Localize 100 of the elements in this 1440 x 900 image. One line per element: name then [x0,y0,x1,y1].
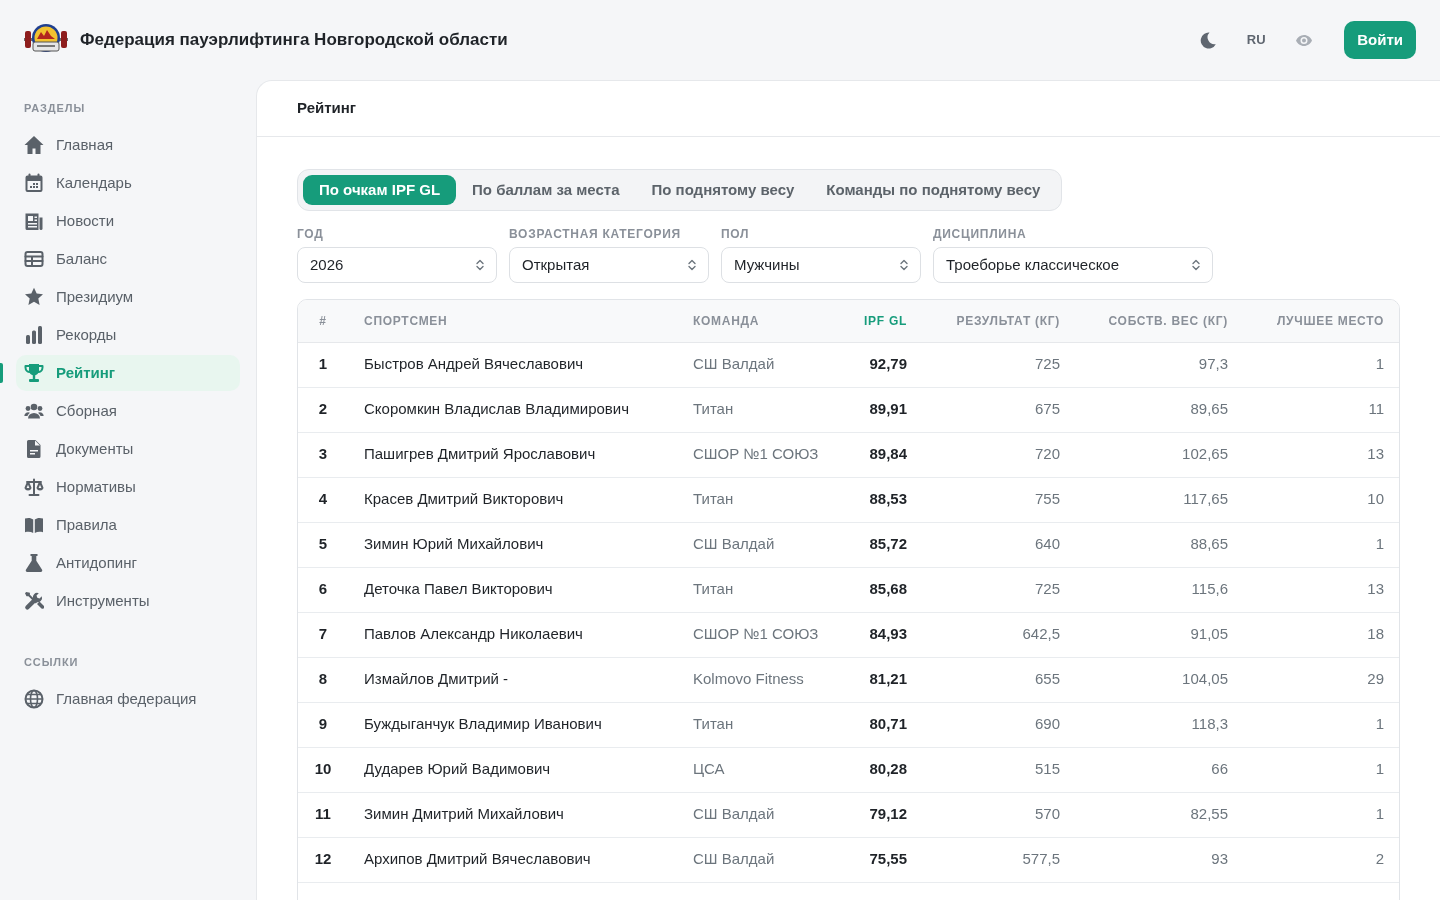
ipf-score: 80,28 [869,760,907,778]
athlete-name: Архипов Дмитрий Вячеславович [364,850,591,868]
select-field[interactable]: Троеборье классическое [933,247,1213,283]
sidebar-item[interactable]: Главная федерация [16,681,240,717]
active-indicator [0,363,3,383]
sidebar-item[interactable]: Календарь [16,165,240,201]
ipf-score: 89,84 [869,445,907,463]
best-place: 1 [1375,535,1384,553]
select-field[interactable]: Открытая [509,247,709,283]
result-weight: 755 [1034,490,1060,508]
select-field[interactable]: Мужчины [721,247,921,283]
file-icon [24,439,44,459]
sidebar-item[interactable]: Документы [16,431,240,467]
chevron-up-down-icon [688,259,696,271]
team-name: Титан [693,490,734,508]
sidebar-item[interactable]: Инструменты [16,583,240,619]
team-name: Kolmovo Fitness [693,670,804,688]
team-name: СШОР №1 СОЮЗ [693,625,819,643]
best-place: 29 [1367,670,1384,688]
star-icon [24,287,44,307]
language-button[interactable]: RU [1236,22,1277,58]
login-button[interactable]: Войти [1344,21,1416,59]
body-weight: 88,65 [1190,535,1228,553]
result-weight: 642,5 [1022,625,1060,643]
body-weight: 91,05 [1190,625,1228,643]
sidebar-item[interactable]: Главная [16,127,240,163]
select-field[interactable]: 2026 [297,247,497,283]
athlete-name: Красев Дмитрий Викторович [364,490,564,508]
sidebar-item[interactable]: Антидопинг [16,545,240,581]
users-icon [24,401,44,421]
body-weight: 97,3 [1198,355,1228,373]
chevron-up-down-icon [476,259,484,271]
athlete-name: Буждыганчук Владимир Иванович [364,715,602,733]
column-header[interactable]: СПОРТСМЕН [364,313,448,328]
calendar-icon [24,173,44,193]
sidebar-item[interactable]: Баланс [16,241,240,277]
sidebar-item[interactable]: Рекорды [16,317,240,353]
athlete-name: Зимин Дмитрий Михайлович [364,805,564,823]
filter-label: ВОЗРАСТНАЯ КАТЕГОРИЯ [509,227,682,241]
tab[interactable]: По очкам IPF GL [303,175,457,205]
sidebar-item[interactable]: Нормативы [16,469,240,505]
best-place: 1 [1375,805,1384,823]
body-weight: 89,65 [1190,400,1228,418]
eye-icon [1296,34,1313,46]
trophy-icon [24,363,44,383]
ipf-score: 81,21 [869,670,907,688]
section-heading: ССЫЛКИ [23,655,80,669]
ipf-score: 75,55 [869,850,907,868]
rank-number: 12 [314,850,332,868]
tab[interactable]: По баллам за места [456,175,636,205]
column-header[interactable]: # [319,313,327,328]
filter-label: ДИСЦИПЛИНА [933,227,1028,241]
team-name: Титан [693,715,734,733]
result-weight: 640 [1034,535,1060,553]
chevron-up-down-icon [900,259,908,271]
column-header[interactable]: КОМАНДА [693,313,760,328]
section-heading: РАЗДЕЛЫ [23,101,87,115]
athlete-name: Павлов Александр Николаевич [364,625,583,643]
ipf-score: 84,93 [869,625,907,643]
best-place: 18 [1367,625,1384,643]
team-name: СШ Валдай [693,805,775,823]
rank-number: 11 [315,805,331,823]
best-place: 1 [1375,355,1384,373]
team-name: Титан [693,580,734,598]
tab[interactable]: По поднятому весу [635,175,811,205]
ipf-score: 85,72 [869,535,907,553]
tab[interactable]: Команды по поднятому весу [810,175,1057,205]
athlete-name: Деточка Павел Викторович [364,580,553,598]
team-name: Титан [693,400,734,418]
sidebar-item[interactable]: Президиум [16,279,240,315]
rank-number: 7 [318,625,328,643]
ipf-score: 89,91 [869,400,907,418]
athlete-name: Дударев Юрий Вадимович [364,760,551,778]
sidebar-item[interactable]: Правила [16,507,240,543]
column-header[interactable]: IPF GL [864,313,907,328]
chevron-up-down-icon [1192,259,1200,271]
tools-icon [24,591,44,611]
team-name: ЦСА [693,760,725,778]
ipf-score: 88,53 [869,490,907,508]
flask-icon [24,553,44,573]
page-title: Рейтинг [297,98,357,119]
best-place: 1 [1375,760,1384,778]
sidebar-item[interactable]: Сборная [16,393,240,429]
team-name: СШ Валдай [693,355,775,373]
moon-icon [1200,31,1217,49]
result-weight: 675 [1034,400,1060,418]
athlete-name: Измайлов Дмитрий - [364,670,509,688]
result-weight: 725 [1034,580,1060,598]
result-weight: 725 [1034,355,1060,373]
athlete-name: Зимин Юрий Михайлович [364,535,544,553]
ipf-score: 80,71 [869,715,907,733]
athlete-name: Скоромкин Владислав Владимирович [364,400,630,418]
rank-number: 6 [318,580,328,598]
best-place: 13 [1367,580,1384,598]
body-weight: 93 [1211,850,1228,868]
result-weight: 655 [1034,670,1060,688]
sidebar-item[interactable]: Новости [16,203,240,239]
rank-number: 8 [318,670,328,688]
sidebar-item[interactable]: Рейтинг [16,355,240,391]
body-weight: 66 [1211,760,1228,778]
